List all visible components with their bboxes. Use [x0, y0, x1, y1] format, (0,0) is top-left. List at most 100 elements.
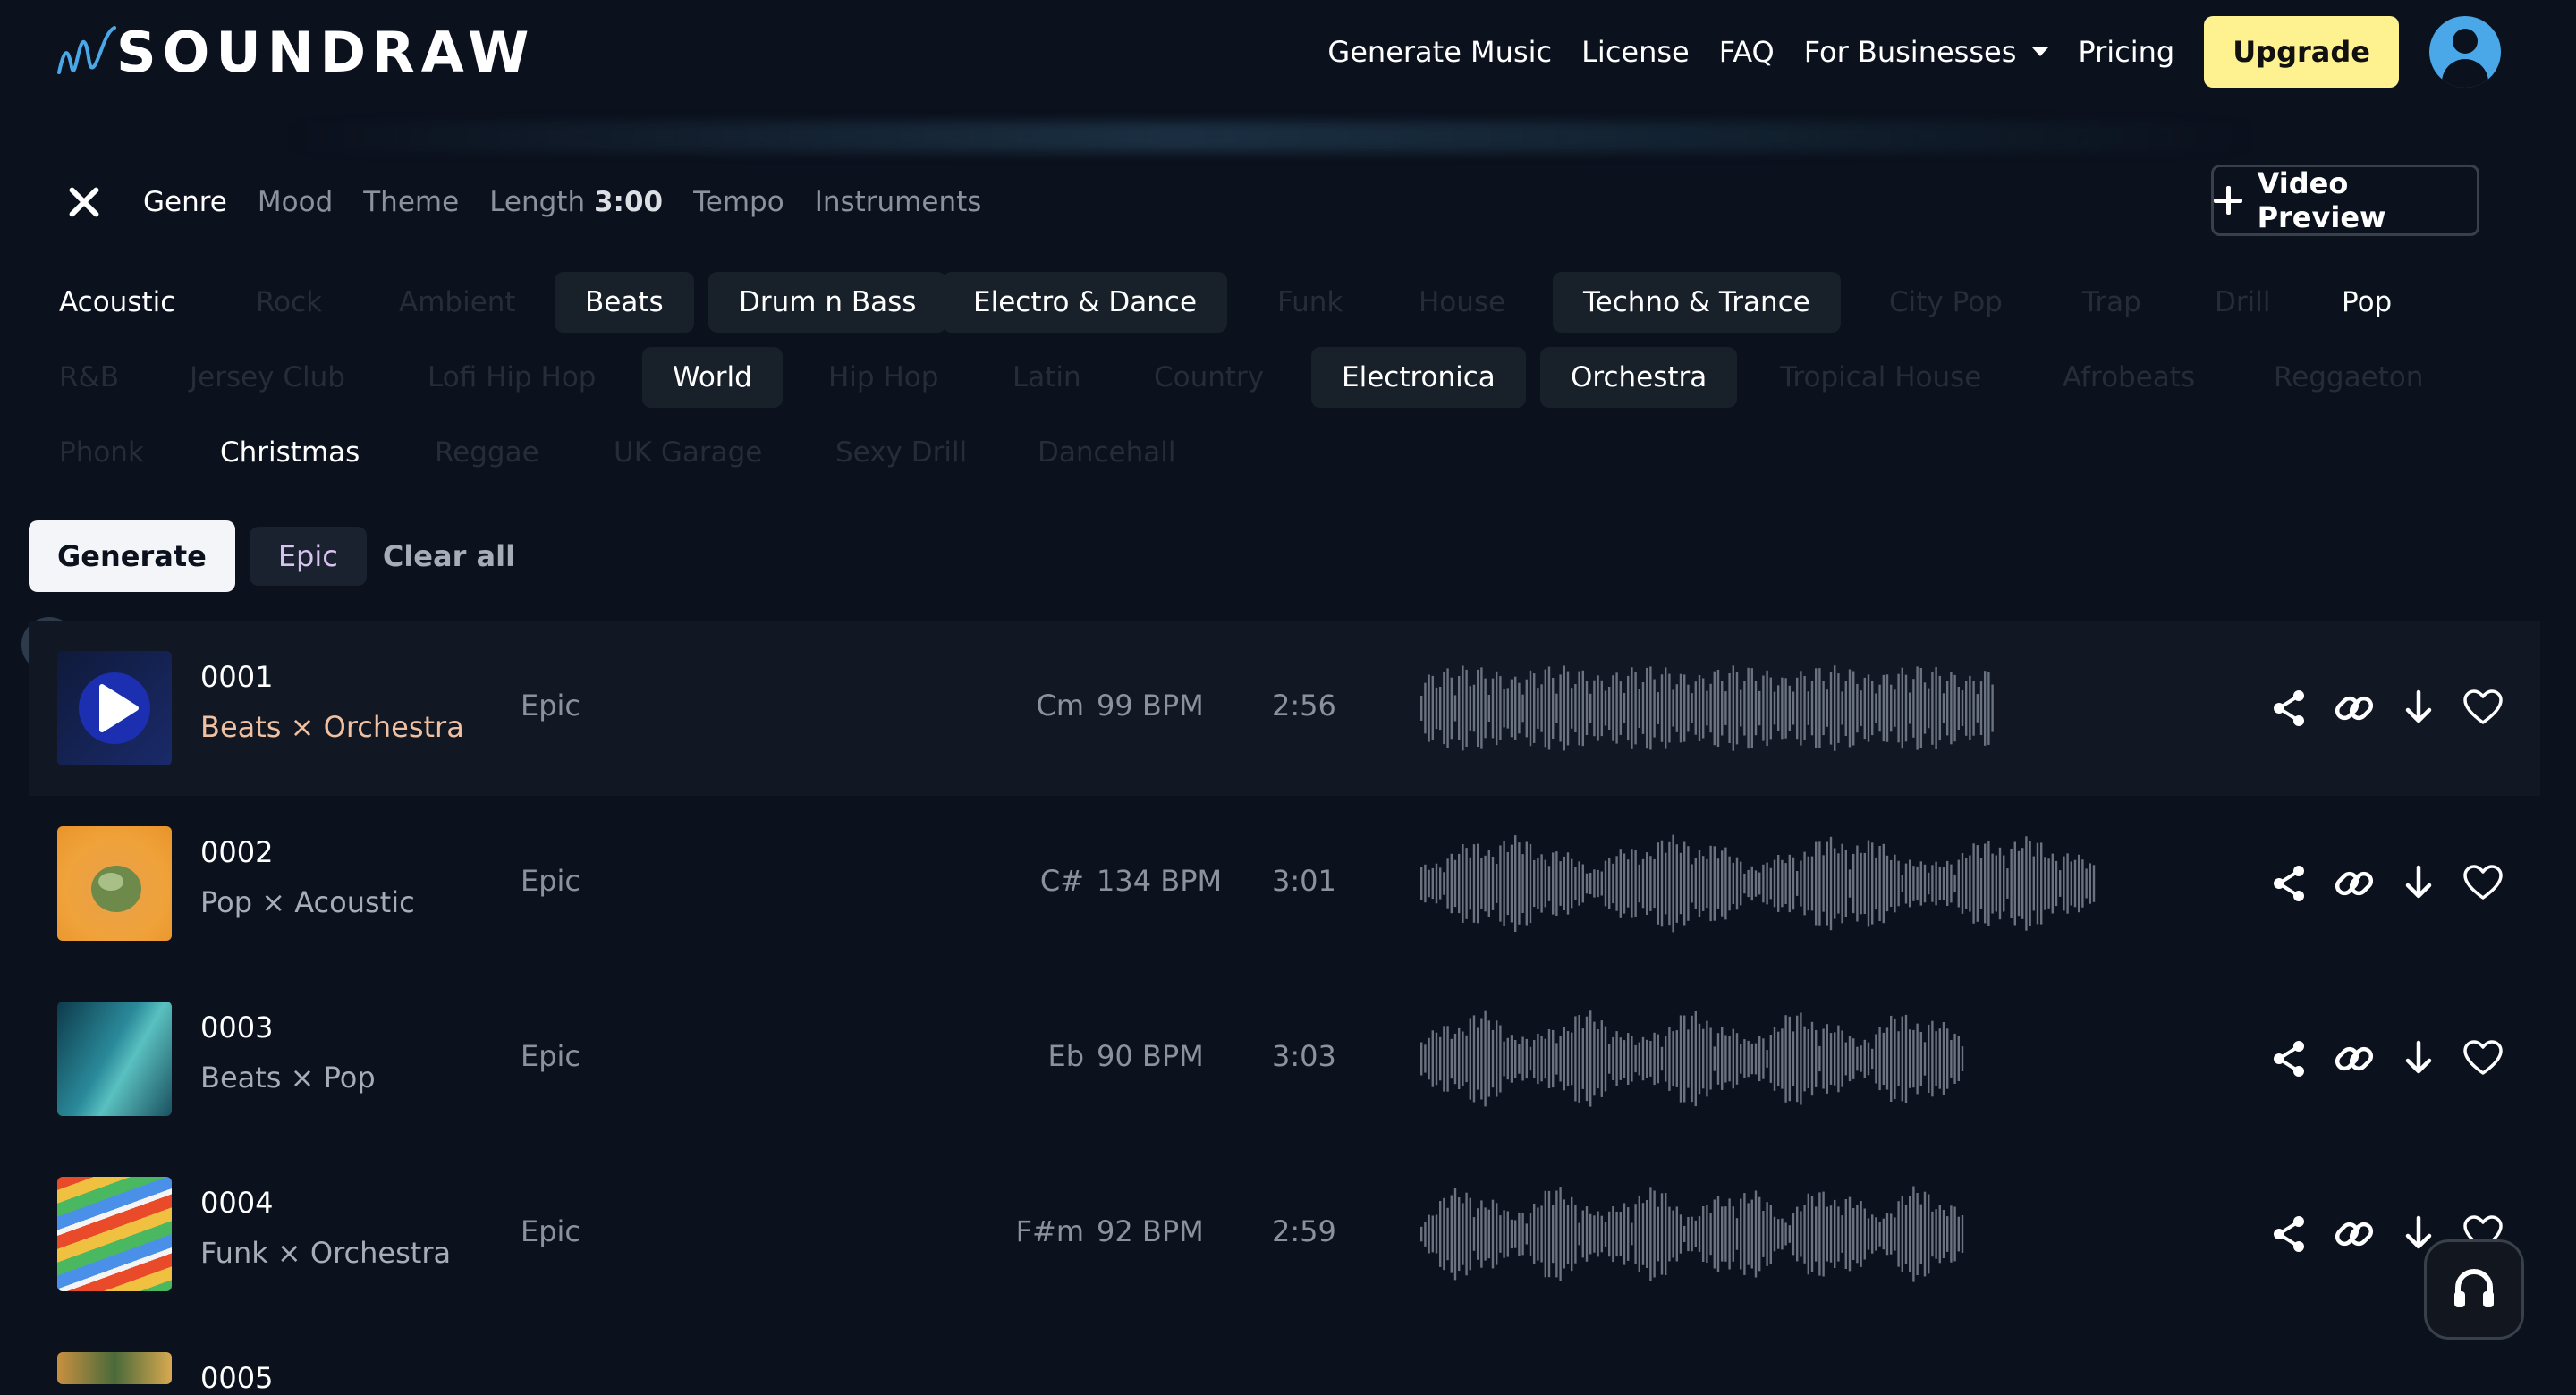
tab-genre[interactable]: Genre [143, 186, 227, 218]
genre-chip[interactable]: Orchestra [1540, 347, 1738, 408]
track-row[interactable]: 0003 Beats × Pop Epic Eb 90 BPM 3:03 [29, 971, 2540, 1146]
genre-chip[interactable]: Country [1123, 347, 1294, 408]
upgrade-button[interactable]: Upgrade [2204, 16, 2399, 88]
genre-chip[interactable]: Funk [1247, 272, 1373, 333]
genre-chip[interactable]: Ambient [369, 272, 547, 333]
genre-chip[interactable]: Drill [2184, 272, 2301, 333]
genre-chip[interactable]: Hip Hop [798, 347, 969, 408]
soundraw-logo[interactable]: SOUNDRAW [55, 20, 535, 85]
genre-chip[interactable]: Jersey Club [159, 347, 376, 408]
genre-chip[interactable]: R&B [29, 347, 149, 408]
genre-chip[interactable]: City Pop [1859, 272, 2033, 333]
genre-chip[interactable]: Reggaeton [2243, 347, 2453, 408]
track-waveform[interactable] [1420, 832, 2118, 935]
support-headset-button[interactable] [2424, 1239, 2524, 1340]
waveform-bar [2078, 854, 2080, 913]
nav-generate-music[interactable]: Generate Music [1327, 35, 1552, 69]
waveform-bar [1721, 681, 1724, 736]
waveform-bar [1638, 1042, 1640, 1076]
track-waveform[interactable] [1420, 1182, 1993, 1286]
waveform-bar [1687, 1217, 1690, 1252]
genre-chip[interactable]: Drum n Bass [708, 272, 947, 333]
heart-icon[interactable] [2462, 862, 2504, 905]
genre-chip[interactable]: Tropical House [1750, 347, 2012, 408]
genre-chip[interactable]: Trap [2052, 272, 2172, 333]
nav-for-businesses[interactable]: For Businesses [1804, 35, 2049, 69]
genre-chip[interactable]: Pop [2311, 272, 2422, 333]
download-icon[interactable] [2397, 862, 2440, 905]
genre-chip[interactable]: Sexy Drill [805, 422, 997, 483]
track-thumbnail[interactable] [57, 651, 172, 765]
track-waveform[interactable] [1420, 656, 2046, 760]
waveform-bar [1499, 676, 1502, 740]
share-icon[interactable] [2268, 862, 2311, 905]
share-icon[interactable] [2268, 1213, 2311, 1256]
nav-faq[interactable]: FAQ [1719, 35, 1775, 69]
genre-chip[interactable]: Dancehall [1007, 422, 1207, 483]
track-actions [2268, 1037, 2526, 1080]
generate-button[interactable]: Generate [29, 520, 235, 592]
genre-chip[interactable]: Afrobeats [2032, 347, 2225, 408]
genre-chip[interactable]: Electronica [1311, 347, 1526, 408]
clear-all-button[interactable]: Clear all [383, 539, 515, 573]
share-icon[interactable] [2268, 687, 2311, 730]
tab-mood[interactable]: Mood [258, 186, 333, 218]
genre-chip[interactable]: World [642, 347, 783, 408]
waveform-bar [1435, 687, 1438, 730]
genre-chip[interactable]: Latin [982, 347, 1112, 408]
genre-chip[interactable]: Lofi Hip Hop [397, 347, 626, 408]
user-avatar-icon[interactable] [2429, 16, 2501, 88]
scrollbar[interactable] [2567, 0, 2576, 1384]
track-thumbnail[interactable] [57, 1177, 172, 1291]
waveform-bar [1612, 675, 1614, 741]
genre-chip[interactable]: Rock [225, 272, 352, 333]
selected-mood-chip[interactable]: Epic [249, 527, 367, 586]
tab-length[interactable]: Length 3:00 [489, 186, 663, 218]
track-row[interactable]: 0001 Beats × Orchestra Epic Cm 99 BPM 2:… [29, 621, 2540, 796]
waveform-bar [1435, 863, 1438, 904]
genre-chip[interactable]: House [1388, 272, 1536, 333]
link-icon[interactable] [2333, 687, 2376, 730]
genre-chip[interactable]: Christmas [190, 422, 390, 483]
genre-chip[interactable]: Acoustic [29, 272, 206, 333]
track-thumbnail[interactable] [57, 1002, 172, 1116]
genre-chip[interactable]: Electro & Dance [943, 272, 1228, 333]
link-icon[interactable] [2333, 1213, 2376, 1256]
nav-pricing[interactable]: Pricing [2078, 35, 2174, 69]
tab-instruments[interactable]: Instruments [815, 186, 982, 218]
track-row[interactable]: 0005 [29, 1322, 2540, 1395]
waveform-bar [1518, 1212, 1521, 1256]
tab-tempo[interactable]: Tempo [693, 186, 784, 218]
genre-chip[interactable]: UK Garage [583, 422, 792, 483]
download-icon[interactable] [2397, 687, 2440, 730]
waveform-bar [1721, 1206, 1724, 1262]
genre-chip[interactable]: Reggae [404, 422, 570, 483]
link-icon[interactable] [2333, 862, 2376, 905]
nav-license[interactable]: License [1581, 35, 1690, 69]
waveform-bar [1894, 1217, 1896, 1251]
track-thumbnail[interactable] [57, 826, 172, 941]
share-icon[interactable] [2268, 1037, 2311, 1080]
heart-icon[interactable] [2462, 1037, 2504, 1080]
close-icon[interactable] [66, 184, 102, 220]
link-icon[interactable] [2333, 1037, 2376, 1080]
download-icon[interactable] [2397, 1037, 2440, 1080]
waveform-bar [1912, 679, 1915, 738]
track-waveform[interactable] [1420, 1007, 1993, 1111]
waveform-bar [1912, 1029, 1915, 1088]
waveform-bar [1848, 669, 1852, 748]
waveform-bar [1834, 665, 1836, 751]
waveform-bar [1446, 1207, 1449, 1261]
track-thumbnail[interactable] [57, 1352, 172, 1384]
video-preview-button[interactable]: Video Preview [2211, 165, 2479, 236]
genre-chip[interactable]: Phonk [29, 422, 174, 483]
waveform-bar [1458, 1197, 1461, 1272]
tab-theme[interactable]: Theme [363, 186, 459, 218]
waveform-bar [1458, 1027, 1461, 1089]
track-row[interactable]: 0004 Funk × Orchestra Epic F#m 92 BPM 2:… [29, 1146, 2540, 1322]
play-icon[interactable] [57, 651, 172, 765]
track-row[interactable]: 0002 Pop × Acoustic Epic C# 134 BPM 3:01 [29, 796, 2540, 971]
genre-chip[interactable]: Techno & Trance [1553, 272, 1841, 333]
heart-icon[interactable] [2462, 687, 2504, 730]
genre-chip[interactable]: Beats [555, 272, 694, 333]
